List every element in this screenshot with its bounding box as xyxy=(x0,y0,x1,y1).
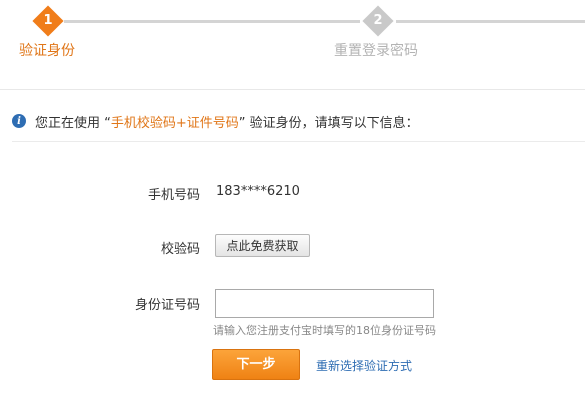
step-2-number: 2 xyxy=(373,13,383,28)
id-number-input[interactable] xyxy=(215,289,434,318)
info-highlight: 手机校验码+证件号码 xyxy=(110,115,239,131)
info-message: i 您正在使用 “ 手机校验码+证件号码 ” 验证身份，请填写以下信息： xyxy=(12,111,419,131)
step-2-label: 重置登录密码 xyxy=(334,43,418,59)
id-hint: 请输入您注册支付宝时填写的18位身份证号码 xyxy=(213,324,436,337)
info-icon: i xyxy=(12,114,26,128)
step-1-number: 1 xyxy=(43,13,53,28)
phone-label: 手机号码 xyxy=(147,188,200,203)
next-button[interactable]: 下一步 xyxy=(212,349,300,380)
step-connector xyxy=(64,20,360,23)
step-connector xyxy=(396,20,585,23)
id-label: 身份证号码 xyxy=(134,298,200,313)
get-code-button[interactable]: 点此免费获取 xyxy=(215,234,310,257)
progress-steps: 1 2 验证身份 重置登录密码 xyxy=(0,0,585,90)
step-1-label: 验证身份 xyxy=(19,43,75,59)
phone-value: 183****6210 xyxy=(216,184,300,199)
reselect-method-link[interactable]: 重新选择验证方式 xyxy=(316,357,412,374)
info-divider xyxy=(12,141,585,142)
info-prefix: 您正在使用 “ xyxy=(35,115,111,131)
header-divider xyxy=(0,89,585,90)
info-suffix: ” 验证身份，请填写以下信息： xyxy=(238,115,419,131)
code-label: 校验码 xyxy=(160,242,200,257)
